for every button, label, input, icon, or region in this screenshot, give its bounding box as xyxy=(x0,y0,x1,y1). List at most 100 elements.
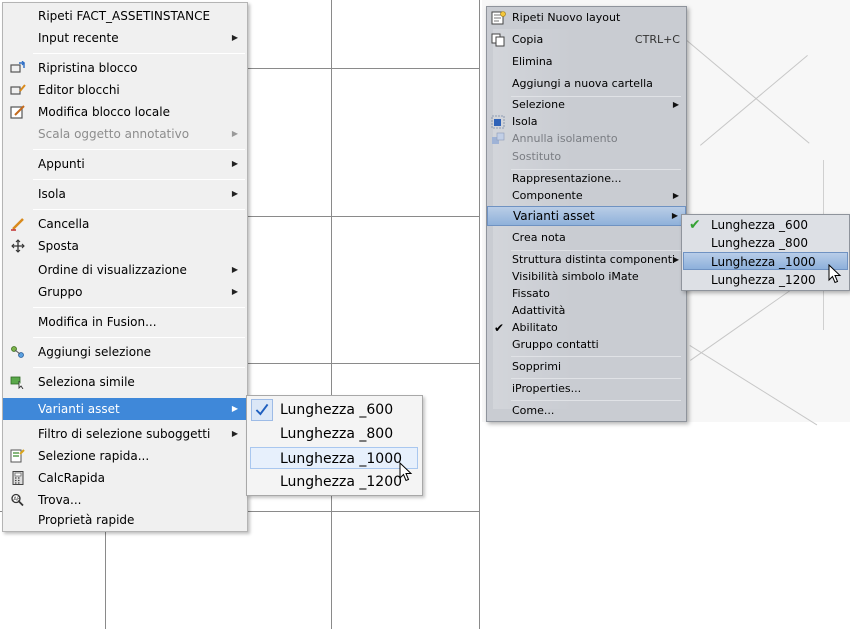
submenu-item-length-800[interactable]: Lunghezza _800 xyxy=(683,234,848,252)
move-icon xyxy=(11,239,25,253)
menu-item-enabled[interactable]: ✔ Abilitato xyxy=(487,319,686,337)
menu-item-selection[interactable]: Selezione ▶ xyxy=(487,96,686,114)
menu-item-annotative-scale[interactable]: Scala oggetto annotativo ▶ xyxy=(3,123,247,145)
menu-item-bom-structure[interactable]: Struttura distinta componenti ▶ xyxy=(487,251,686,269)
menu-item-create-note[interactable]: Crea nota xyxy=(487,229,686,247)
block-reset-icon xyxy=(10,61,25,73)
menu-item-add-to-new-folder[interactable]: Aggiungi a nuova cartella xyxy=(487,75,686,93)
menu-item-group[interactable]: Gruppo ▶ xyxy=(3,281,247,303)
menu-item-draw-order[interactable]: Ordine di visualizzazione ▶ xyxy=(3,259,247,281)
menu-item-select-similar[interactable]: Seleziona simile xyxy=(3,371,247,393)
mouse-cursor-icon xyxy=(399,462,413,482)
menu-item-asset-variants[interactable]: Varianti asset ▶ xyxy=(487,206,686,226)
undo-isolate-icon xyxy=(492,132,505,144)
block-editor-icon xyxy=(10,84,26,95)
submenu-item-length-1200[interactable]: Lunghezza _1200 xyxy=(250,471,418,493)
menu-item-quick-select[interactable]: Selezione rapida... xyxy=(3,445,247,467)
menu-item-asset-variants[interactable]: Varianti asset ▶ xyxy=(3,398,247,420)
menu-item-reset-block[interactable]: Ripristina blocco xyxy=(3,57,247,79)
menu-separator xyxy=(33,179,245,180)
menu-item-find[interactable]: AB Trova... xyxy=(3,489,247,511)
menu-item-undo-isolate[interactable]: Annulla isolamento xyxy=(487,130,686,148)
repeat-layout-icon xyxy=(491,11,506,25)
grid-line-h1 xyxy=(248,68,480,69)
submenu-arrow-icon: ▶ xyxy=(231,429,238,438)
find-icon: AB xyxy=(11,493,24,507)
menu-item-adaptivity[interactable]: Adattività xyxy=(487,302,686,320)
menu-item-quick-properties[interactable]: Proprietà rapide xyxy=(3,509,247,531)
menu-item-grounded[interactable]: Fissato xyxy=(487,285,686,303)
menu-item-erase[interactable]: Cancella xyxy=(3,213,247,235)
menu-item-isolate[interactable]: Isola xyxy=(487,113,686,131)
menu-item-edit-local-block[interactable]: Modifica blocco locale xyxy=(3,101,247,123)
menu-item-repeat-command[interactable]: Ripeti FACT_ASSETINSTANCE xyxy=(3,5,247,27)
menu-item-component[interactable]: Componente ▶ xyxy=(487,187,686,205)
menu-separator xyxy=(33,307,245,308)
menu-item-edit-in-fusion[interactable]: Modifica in Fusion... xyxy=(3,311,247,333)
grid-line-h3 xyxy=(248,363,480,364)
menu-item-contact-set[interactable]: Gruppo contatti xyxy=(487,336,686,354)
submenu-arrow-icon: ▶ xyxy=(231,129,238,138)
submenu-item-length-600[interactable]: ✔ Lunghezza _600 xyxy=(683,216,848,234)
checkmark-icon: ✔ xyxy=(494,321,505,335)
submenu-arrow-icon: ▶ xyxy=(671,211,678,220)
submenu-item-length-800[interactable]: Lunghezza _800 xyxy=(250,423,418,445)
copy-icon xyxy=(491,33,505,47)
menu-separator xyxy=(511,400,681,401)
submenu-arrow-icon: ▶ xyxy=(231,159,238,168)
submenu-arrow-icon: ▶ xyxy=(672,191,679,200)
menu-separator xyxy=(511,378,681,379)
menu-item-suppress[interactable]: Sopprimi xyxy=(487,358,686,376)
menu-separator xyxy=(33,209,245,210)
menu-item-move[interactable]: Sposta xyxy=(3,235,247,257)
checkmark-icon: ✔ xyxy=(689,217,701,233)
menu-separator xyxy=(33,337,245,338)
menu-item-clipboard[interactable]: Appunti ▶ xyxy=(3,153,247,175)
menu-item-add-selection[interactable]: Aggiungi selezione xyxy=(3,341,247,363)
grid-line-h2 xyxy=(248,216,480,217)
menu-item-imate-visibility[interactable]: Visibilità simbolo iMate xyxy=(487,268,686,286)
context-menu-inventor: Ripeti Nuovo layout Copia CTRL+C Elimina … xyxy=(486,6,687,422)
context-menu-autocad: Ripeti FACT_ASSETINSTANCE Input recente ▶… xyxy=(2,2,248,532)
menu-separator xyxy=(33,367,245,368)
menu-item-iproperties[interactable]: iProperties... xyxy=(487,380,686,398)
isolate-icon xyxy=(491,115,505,129)
submenu-arrow-icon: ▶ xyxy=(231,287,238,296)
submenu-item-length-1000[interactable]: Lunghezza _1000 xyxy=(250,447,418,469)
menu-item-how-to[interactable]: Come... xyxy=(487,402,686,420)
submenu-arrow-icon: ▶ xyxy=(672,100,679,109)
calculator-icon xyxy=(12,471,24,485)
select-similar-icon xyxy=(10,376,24,389)
menu-separator xyxy=(33,53,245,54)
grid-line-v2 xyxy=(331,0,332,629)
submenu-item-length-1000[interactable]: Lunghezza _1000 xyxy=(683,252,848,270)
submenu-asset-variants-autocad: Lunghezza _600 Lunghezza _800 Lunghezza … xyxy=(246,395,423,496)
menu-separator xyxy=(33,149,245,150)
submenu-arrow-icon: ▶ xyxy=(231,265,238,274)
grid-line-v1 xyxy=(105,532,106,629)
menu-item-block-editor[interactable]: Editor blocchi xyxy=(3,79,247,101)
menu-item-copy[interactable]: Copia CTRL+C xyxy=(487,31,686,49)
menu-item-recent-input[interactable]: Input recente ▶ xyxy=(3,27,247,49)
menu-item-repeat-new-layout[interactable]: Ripeti Nuovo layout xyxy=(487,9,686,27)
submenu-arrow-icon: ▶ xyxy=(672,255,679,264)
submenu-arrow-icon: ▶ xyxy=(231,404,238,413)
submenu-arrow-icon: ▶ xyxy=(231,33,238,42)
menu-item-quick-calc[interactable]: CalcRapida xyxy=(3,467,247,489)
checkmark-icon xyxy=(251,399,273,421)
submenu-arrow-icon: ▶ xyxy=(231,189,238,198)
menu-item-substitute[interactable]: Sostituto xyxy=(487,148,686,166)
grid-line-v3 xyxy=(479,0,480,629)
menu-separator xyxy=(511,356,681,357)
submenu-item-length-600[interactable]: Lunghezza _600 xyxy=(250,399,418,421)
submenu-asset-variants-inventor: ✔ Lunghezza _600 Lunghezza _800 Lunghezz… xyxy=(681,214,850,291)
add-selection-icon xyxy=(11,346,24,358)
eraser-icon xyxy=(11,218,24,231)
menu-item-representation[interactable]: Rappresentazione... xyxy=(487,170,686,188)
menu-item-isolate[interactable]: Isola ▶ xyxy=(3,183,247,205)
mouse-cursor-icon xyxy=(828,264,842,284)
menu-item-subobject-filter[interactable]: Filtro di selezione suboggetti ▶ xyxy=(3,423,247,445)
submenu-item-length-1200[interactable]: Lunghezza _1200 xyxy=(683,271,848,289)
menu-item-delete[interactable]: Elimina xyxy=(487,53,686,71)
edit-block-icon xyxy=(10,105,25,119)
